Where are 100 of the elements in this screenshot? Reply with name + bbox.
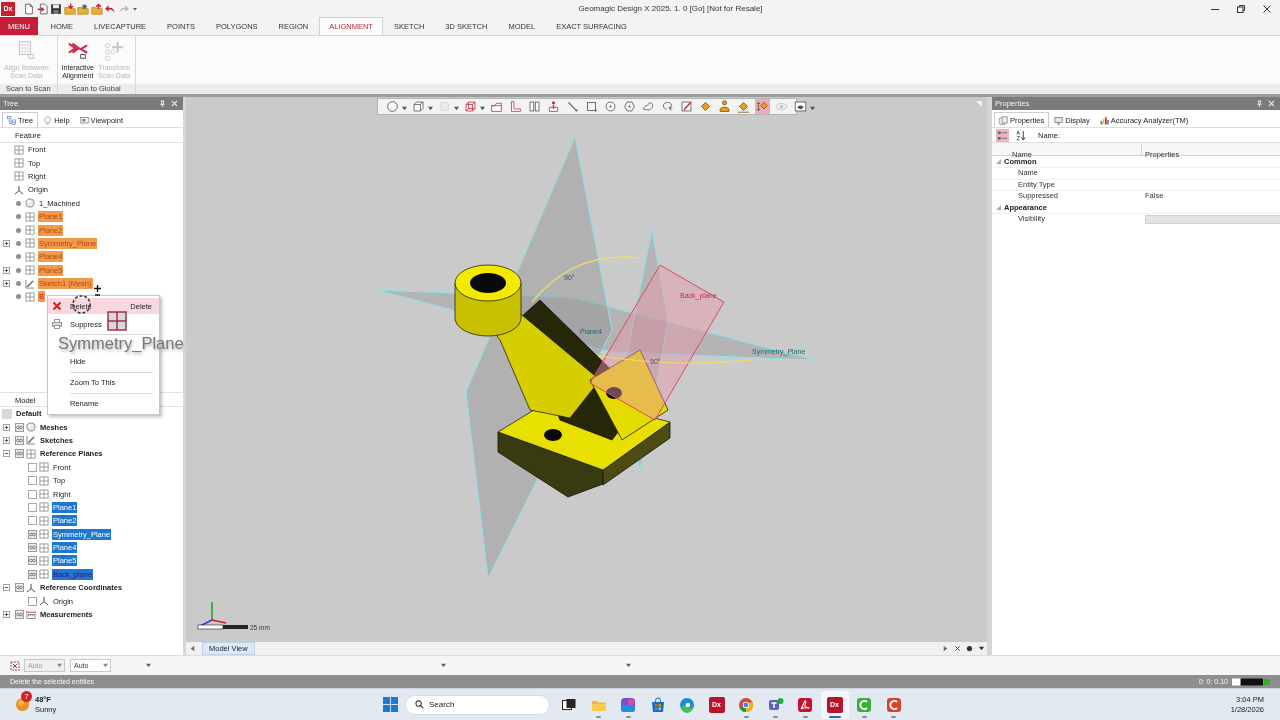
- paint-bucket-icon[interactable]: [717, 99, 732, 114]
- collapse-triangle-icon[interactable]: [996, 204, 1001, 210]
- sphere-icon[interactable]: [385, 99, 400, 114]
- paint-bucket-icon[interactable]: [755, 99, 770, 114]
- search-icon: [415, 700, 424, 709]
- expand-icon[interactable]: [3, 436, 10, 444]
- caret-icon: [57, 663, 62, 668]
- circle-icon[interactable]: [603, 99, 618, 114]
- paint-bucket-icon[interactable]: [736, 99, 751, 114]
- plane-icon: [39, 556, 49, 566]
- start-icon[interactable]: [382, 697, 398, 712]
- axes-icon: [14, 184, 24, 195]
- save-icon[interactable]: [50, 2, 62, 15]
- paint-bucket-icon[interactable]: [698, 99, 713, 114]
- expand-icon[interactable]: [3, 239, 10, 247]
- visibility-checkbox[interactable]: [28, 569, 37, 579]
- visibility-field[interactable]: [1145, 214, 1280, 224]
- move-points-icon: [103, 39, 126, 61]
- plane-icon: [14, 144, 24, 155]
- bar-chart-icon: [1099, 115, 1109, 125]
- sketch-icon: [26, 435, 36, 446]
- pin-icon[interactable]: [965, 645, 973, 652]
- rectangle-icon[interactable]: [584, 99, 599, 114]
- hexagon-icon[interactable]: [622, 99, 637, 114]
- plane-icon: [14, 158, 24, 169]
- plane-icon: [107, 311, 127, 331]
- brush-icon[interactable]: [679, 99, 694, 114]
- status-indicator-icon: [1232, 677, 1272, 686]
- sort-icon[interactable]: [1014, 128, 1027, 142]
- printer-icon: [52, 319, 62, 329]
- collapse-icon[interactable]: [3, 584, 10, 592]
- line-icon[interactable]: [565, 99, 580, 114]
- visibility-checkbox[interactable]: [15, 610, 24, 620]
- visibility-checkbox[interactable]: [28, 489, 37, 499]
- visibility-checkbox[interactable]: [28, 462, 37, 472]
- scroll-left-icon[interactable]: [188, 645, 196, 652]
- undo-icon[interactable]: [104, 2, 116, 15]
- caret-icon: [103, 663, 108, 668]
- notification-badge: 7: [21, 691, 32, 702]
- import-document-icon[interactable]: [36, 2, 49, 15]
- visibility-checkbox[interactable]: [28, 556, 37, 566]
- task-view-icon: [561, 696, 577, 713]
- axes-icon: [26, 582, 36, 593]
- categorized-icon[interactable]: [996, 128, 1009, 142]
- scroll-right-icon[interactable]: [941, 645, 949, 652]
- caret-icon[interactable]: [626, 663, 631, 668]
- caret-icon[interactable]: [441, 663, 446, 668]
- freeform-icon[interactable]: [641, 99, 656, 114]
- expand-icon[interactable]: [3, 280, 10, 288]
- side-view-icon[interactable]: [527, 99, 542, 114]
- collapse-icon[interactable]: [3, 450, 10, 458]
- normal-view-icon[interactable]: [546, 99, 561, 114]
- caret-icon[interactable]: [146, 663, 151, 668]
- expand-icon[interactable]: [3, 611, 10, 619]
- new-document-icon[interactable]: [23, 2, 35, 15]
- screen-icon[interactable]: [793, 99, 808, 114]
- visibility-checkbox[interactable]: [28, 529, 37, 539]
- folder-icon[interactable]: [63, 2, 76, 15]
- plane-icon: [26, 448, 36, 459]
- document-logo-icon: [797, 696, 813, 713]
- square-icon: [2, 408, 12, 419]
- plane-icon: [39, 502, 49, 513]
- caret-icon[interactable]: [402, 106, 407, 111]
- visibility-checkbox[interactable]: [28, 516, 37, 526]
- caret-icon[interactable]: [977, 645, 985, 652]
- visibility-checkbox[interactable]: [28, 596, 37, 606]
- visibility-checkbox[interactable]: [15, 583, 24, 593]
- people-logo-icon: [767, 696, 784, 713]
- expand-icon[interactable]: [3, 266, 10, 274]
- close-icon[interactable]: [953, 645, 961, 652]
- shopping-bag-icon: [649, 696, 666, 713]
- caret-icon[interactable]: [428, 106, 433, 111]
- search-field[interactable]: Search: [405, 694, 550, 715]
- visibility-checkbox[interactable]: [15, 435, 24, 445]
- plane-icon: [39, 529, 49, 540]
- scale-bar: [197, 624, 248, 630]
- sphere-icon: [26, 422, 36, 433]
- plane-icon: [39, 515, 49, 526]
- plane-icon: [14, 171, 24, 182]
- visibility-checkbox[interactable]: [15, 422, 24, 432]
- cube-icon[interactable]: [411, 99, 426, 114]
- tree-icon: [7, 115, 16, 125]
- plane-icon: [25, 225, 35, 236]
- bulb-icon: [43, 115, 53, 125]
- select-icon[interactable]: [10, 660, 20, 671]
- visibility-checkbox[interactable]: [28, 502, 37, 512]
- visibility-checkbox[interactable]: [28, 543, 37, 553]
- folder-icon[interactable]: [77, 2, 89, 15]
- expand-icon[interactable]: [3, 423, 10, 431]
- wireframe-box-icon[interactable]: [463, 99, 478, 114]
- caret-icon[interactable]: [480, 106, 485, 111]
- plane-icon: [25, 265, 35, 276]
- visibility-checkbox[interactable]: [15, 449, 24, 459]
- folder-icon[interactable]: [90, 2, 103, 15]
- monitor-icon: [79, 115, 89, 125]
- plane-icon: [25, 292, 35, 302]
- visibility-checkbox[interactable]: [28, 476, 37, 486]
- c-logo-icon: [885, 696, 902, 713]
- collapse-triangle-icon[interactable]: [996, 159, 1001, 165]
- top-view-icon[interactable]: [508, 99, 523, 114]
